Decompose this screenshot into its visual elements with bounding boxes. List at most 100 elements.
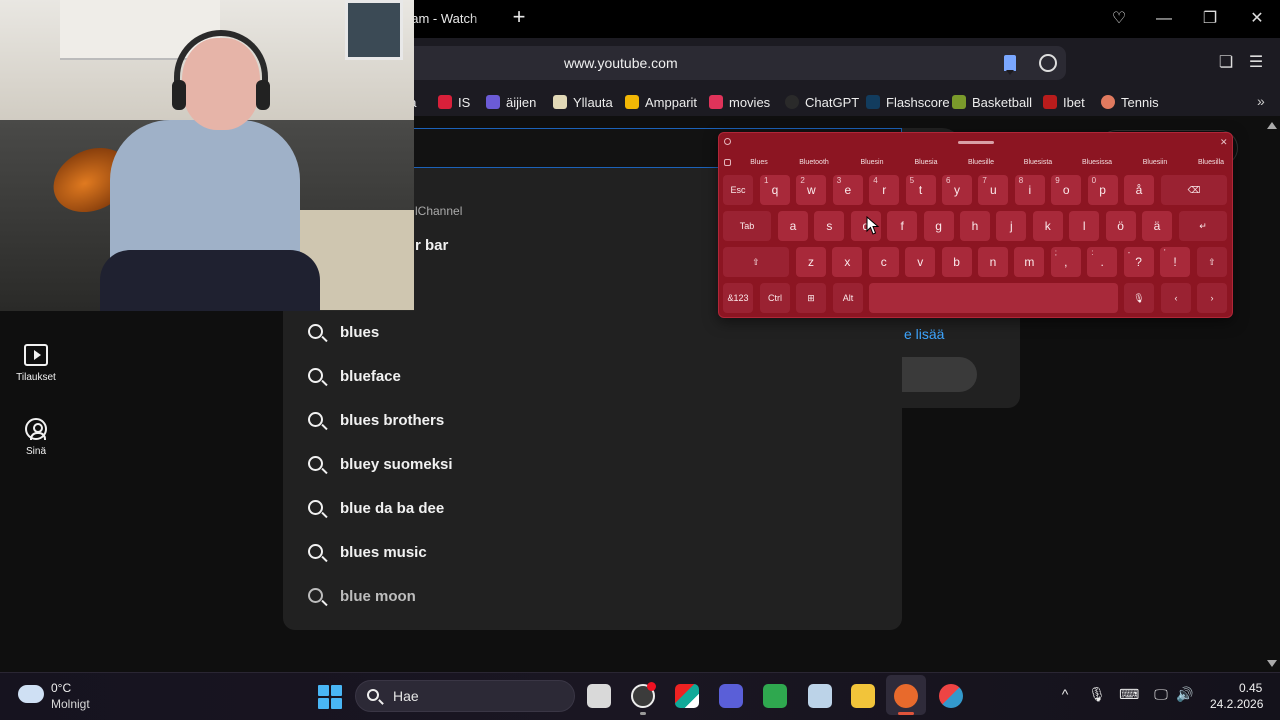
prediction-word[interactable]: Bluesin xyxy=(861,159,884,166)
prediction-word[interactable]: Bluesille xyxy=(968,159,994,166)
key[interactable]: m xyxy=(1014,247,1045,277)
bookmark-item[interactable]: Ampparit xyxy=(625,94,697,110)
suggestion-item[interactable]: bluey suomeksi xyxy=(283,443,902,487)
restore-button[interactable]: ❐ xyxy=(1197,6,1223,32)
suggestion-partial[interactable]: r bar xyxy=(415,237,448,254)
key[interactable]: j xyxy=(996,211,1027,241)
key[interactable]: Ctrl xyxy=(760,283,790,313)
key[interactable]: ↵ xyxy=(1179,211,1227,241)
key[interactable]: 0p xyxy=(1087,175,1118,205)
cloud-icon[interactable] xyxy=(18,685,44,703)
prediction-word[interactable]: Bluesista xyxy=(1024,159,1052,166)
show-more-link[interactable]: e lisää xyxy=(904,326,944,342)
scroll-up-arrow[interactable] xyxy=(1267,122,1277,129)
bookmark-item[interactable]: Basketball xyxy=(952,94,1032,110)
key[interactable]: ⇧ xyxy=(1197,247,1227,277)
key[interactable]: h xyxy=(960,211,990,241)
calculator-icon[interactable] xyxy=(808,684,832,708)
prediction-word[interactable]: Bluesilla xyxy=(1198,159,1224,166)
prediction-word[interactable]: Bluetooth xyxy=(799,159,829,166)
suggestion-item[interactable]: blues music xyxy=(283,531,902,575)
key[interactable]: 4r xyxy=(869,175,900,205)
key[interactable]: å xyxy=(1124,175,1154,205)
url-text[interactable]: www.youtube.com xyxy=(564,55,678,71)
emoji-panel-icon[interactable] xyxy=(724,159,731,166)
key[interactable]: 6y xyxy=(942,175,972,205)
bookmark-item[interactable]: IS xyxy=(438,94,470,110)
new-tab-button[interactable]: + xyxy=(508,6,530,30)
key[interactable]: v xyxy=(905,247,936,277)
tray-icon[interactable]: ⌨ xyxy=(1119,686,1139,703)
bookmark-item[interactable]: Flashscore xyxy=(866,94,950,110)
key[interactable] xyxy=(869,283,1118,313)
prediction-word[interactable]: Bluesia xyxy=(915,159,938,166)
suggestion-item[interactable]: blue moon xyxy=(283,575,902,619)
task-view-icon[interactable] xyxy=(587,684,611,708)
close-button[interactable]: ✕ xyxy=(1244,6,1270,32)
tray-icon[interactable]: 🔊 xyxy=(1175,686,1195,703)
app-icon-red-green[interactable] xyxy=(675,684,699,708)
bookmark-item[interactable]: äijien xyxy=(486,94,536,110)
key[interactable]: g xyxy=(923,211,954,241)
weather-description[interactable]: Molnigt xyxy=(51,697,90,711)
key[interactable]: a xyxy=(778,211,808,241)
keyboard-close-icon[interactable]: ✕ xyxy=(1220,137,1228,148)
clock-date[interactable]: 24.2.2026 xyxy=(1210,697,1263,711)
key[interactable]: ä xyxy=(1142,211,1172,241)
flame-icon[interactable]: ♡ xyxy=(1106,6,1132,32)
key[interactable]: ‹ xyxy=(1161,283,1191,313)
screen-app-icon[interactable] xyxy=(719,684,743,708)
key[interactable]: 5t xyxy=(905,175,936,205)
key[interactable]: ⊞ xyxy=(796,283,826,313)
key[interactable]: :. xyxy=(1087,247,1118,277)
key[interactable]: 3e xyxy=(832,175,863,205)
suggestion-item[interactable]: blueface xyxy=(283,355,902,399)
key[interactable]: c xyxy=(868,247,899,277)
key[interactable]: k xyxy=(1032,211,1063,241)
weather-temperature[interactable]: 0°C xyxy=(51,681,71,695)
suggestion-item[interactable]: blues brothers xyxy=(283,399,902,443)
key[interactable]: s xyxy=(814,211,845,241)
key[interactable]: ;, xyxy=(1050,247,1081,277)
key[interactable]: 8i xyxy=(1014,175,1045,205)
address-bar[interactable] xyxy=(402,46,1066,80)
side-panel-button[interactable] xyxy=(902,357,977,392)
prediction-word[interactable]: Bluesissa xyxy=(1082,159,1112,166)
key[interactable]: ö xyxy=(1105,211,1136,241)
key[interactable]: x xyxy=(832,247,863,277)
duckduckgo-icon[interactable] xyxy=(894,684,918,708)
nav-you[interactable]: Sinä xyxy=(0,418,72,457)
bookmark-item[interactable]: movies xyxy=(709,94,770,110)
key[interactable]: z xyxy=(796,247,826,277)
bookmark-icon[interactable] xyxy=(1004,55,1016,75)
key[interactable]: Esc xyxy=(723,175,753,205)
taskbar-search-placeholder[interactable]: Hae xyxy=(393,688,419,704)
suggestion-item[interactable]: blue da ba dee xyxy=(283,487,902,531)
bookmark-item[interactable]: Yllauta xyxy=(553,94,613,110)
scroll-down-arrow[interactable] xyxy=(1267,660,1277,667)
bookmark-item[interactable]: Ibet xyxy=(1043,94,1085,110)
nav-subscriptions[interactable]: Tilaukset xyxy=(0,344,72,383)
bookmark-item[interactable]: ChatGPT xyxy=(785,94,859,110)
tray-icon[interactable]: 🖵 xyxy=(1151,686,1171,703)
key[interactable]: Alt xyxy=(833,283,863,313)
keyboard-drag-handle[interactable] xyxy=(958,141,994,144)
key[interactable]: 7u xyxy=(978,175,1009,205)
ccleaner-icon[interactable] xyxy=(939,684,963,708)
key[interactable]: ⌫ xyxy=(1161,175,1227,205)
bookmarks-overflow-icon[interactable]: » xyxy=(1257,93,1265,109)
keyboard-settings-icon[interactable] xyxy=(724,138,731,145)
key[interactable]: 9o xyxy=(1051,175,1082,205)
collections-icon[interactable]: ❏ xyxy=(1217,54,1235,72)
tray-icon[interactable]: ^ xyxy=(1055,686,1075,702)
key[interactable]: n xyxy=(978,247,1008,277)
chart-app-icon[interactable] xyxy=(763,684,787,708)
key[interactable]: l xyxy=(1069,211,1100,241)
bookmark-item[interactable]: Tennis xyxy=(1101,94,1159,110)
key[interactable]: b xyxy=(941,247,972,277)
key[interactable]: Tab xyxy=(723,211,771,241)
prediction-word[interactable]: Bluesiin xyxy=(1143,159,1168,166)
key[interactable]: 🎙 xyxy=(1124,283,1154,313)
chat-icon[interactable] xyxy=(1039,54,1057,72)
start-button[interactable] xyxy=(318,685,342,709)
